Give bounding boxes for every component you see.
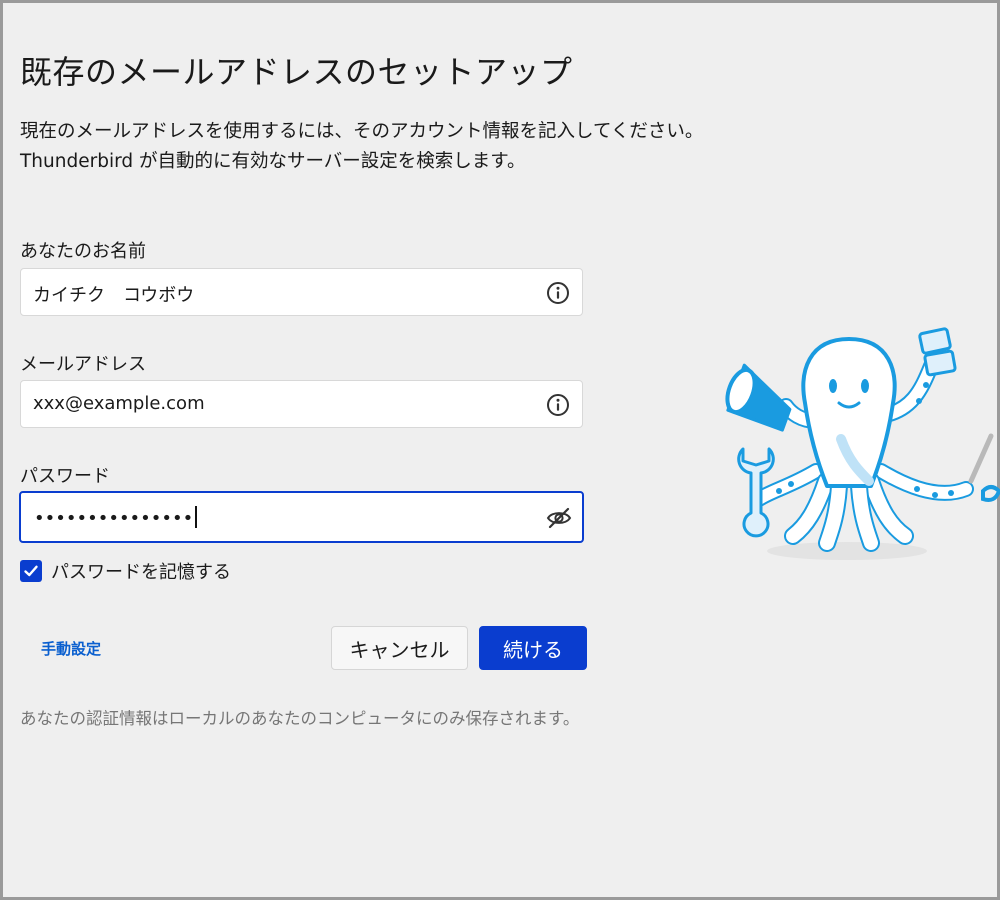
eye-slash-icon[interactable] [546,506,572,530]
continue-button[interactable]: 続ける [479,626,587,670]
password-label: パスワード [20,466,110,487]
info-icon[interactable] [546,393,570,417]
page-title: 既存のメールアドレスのセットアップ [20,53,573,91]
cancel-button[interactable]: キャンセル [331,626,468,670]
credentials-note: あなたの認証情報はローカルのあなたのコンピュータにのみ保存されます。 [20,709,580,728]
email-value: xxx@example.com [33,393,205,414]
mascot-illustration [721,321,1000,571]
octopus-mascot-icon [725,327,1000,560]
description-line-2: Thunderbird が自動的に有効なサーバー設定を検索します。 [20,151,526,172]
password-field[interactable]: ••••••••••••••• [19,491,584,543]
info-icon[interactable] [546,281,570,305]
checkmark-icon [24,565,38,577]
password-value: ••••••••••••••• [34,506,198,529]
email-label: メールアドレス [20,354,146,375]
remember-password-checkbox[interactable] [20,560,42,582]
account-setup-window: 既存のメールアドレスのセットアップ 現在のメールアドレスを使用するには、そのアカ… [0,0,1000,900]
remember-password-label: パスワードを記憶する [51,562,231,583]
password-dots: ••••••••••••••• [34,508,194,529]
description-line-1: 現在のメールアドレスを使用するには、そのアカウント情報を記入してください。 [20,121,704,142]
manual-config-link[interactable]: 手動設定 [41,638,101,659]
email-field[interactable]: xxx@example.com [20,380,583,428]
remember-password-row[interactable]: パスワードを記憶する [20,559,231,583]
name-field[interactable]: カイチク コウボウ [20,268,583,316]
text-caret [195,506,198,528]
name-label: あなたのお名前 [20,241,146,262]
name-value: カイチク コウボウ [33,285,195,306]
page-description: 現在のメールアドレスを使用するには、そのアカウント情報を記入してください。 Th… [20,117,703,177]
